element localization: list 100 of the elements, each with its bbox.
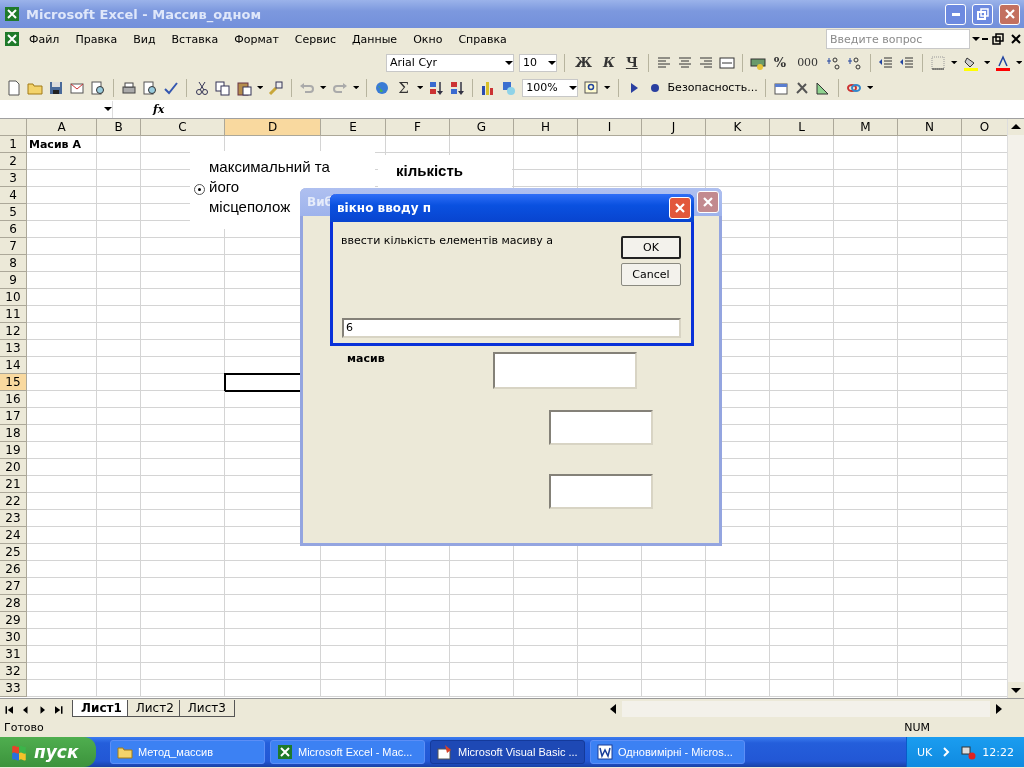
caret-icon[interactable] (352, 85, 360, 90)
menu-item[interactable]: Правка (68, 30, 125, 48)
workbook-icon[interactable] (4, 31, 20, 47)
bold-button[interactable]: Ж (572, 55, 596, 70)
taskbar-button[interactable]: Одновимірні - Micros... (590, 740, 745, 764)
align-right-icon[interactable] (697, 54, 714, 71)
network-icon[interactable] (960, 744, 977, 760)
row-header[interactable]: 16 (0, 391, 27, 408)
row-header[interactable]: 15 (0, 374, 27, 391)
caret-icon[interactable] (1015, 60, 1023, 65)
column-header[interactable]: M (834, 119, 898, 136)
align-center-icon[interactable] (676, 54, 693, 71)
save-icon[interactable] (48, 79, 64, 96)
row-header[interactable]: 3 (0, 170, 27, 187)
taskbar-button[interactable]: Метод_массив (110, 740, 265, 764)
row-header[interactable]: 33 (0, 680, 27, 697)
menu-item[interactable]: Файл (22, 30, 67, 48)
column-header[interactable]: F (386, 119, 450, 136)
row-header[interactable]: 5 (0, 204, 27, 221)
borders-icon[interactable] (930, 54, 947, 71)
row-header[interactable]: 7 (0, 238, 27, 255)
sort-descending-icon[interactable] (449, 79, 466, 96)
caret-icon[interactable] (257, 85, 264, 90)
close-button[interactable] (999, 3, 1020, 25)
caret-icon[interactable] (416, 85, 424, 90)
column-header[interactable]: O (962, 119, 1007, 136)
row-header[interactable]: 28 (0, 595, 27, 612)
row-header[interactable]: 29 (0, 612, 27, 629)
font-size-dropdown[interactable]: 10 (519, 53, 557, 72)
decrease-indent-icon[interactable] (878, 54, 895, 71)
row-header[interactable]: 1 (0, 136, 27, 153)
row-header[interactable]: 25 (0, 544, 27, 561)
scroll-down-icon[interactable] (1008, 682, 1024, 698)
menu-item[interactable]: Формат (227, 30, 286, 48)
column-header[interactable]: A (27, 119, 97, 136)
shapes-icon[interactable] (501, 79, 518, 96)
menu-item[interactable]: Сервис (287, 30, 343, 48)
row-header[interactable]: 24 (0, 527, 27, 544)
security-button[interactable]: Безопасность... (667, 81, 758, 94)
merge-cells-icon[interactable] (718, 54, 735, 71)
caret-icon[interactable] (983, 60, 990, 65)
column-header[interactable]: I (578, 119, 642, 136)
column-header[interactable]: H (514, 119, 578, 136)
caret-icon[interactable] (951, 60, 958, 65)
restore-button[interactable] (972, 3, 993, 25)
column-header[interactable]: N (898, 119, 962, 136)
row-header[interactable]: 19 (0, 442, 27, 459)
row-header[interactable]: 18 (0, 425, 27, 442)
column-header[interactable]: G (450, 119, 514, 136)
ok-button[interactable]: OK (621, 236, 681, 259)
column-header[interactable]: B (97, 119, 141, 136)
menu-item[interactable]: Окно (406, 30, 450, 48)
taskbar-button[interactable]: Microsoft Excel - Мас... (270, 740, 425, 764)
row-header[interactable]: 2 (0, 153, 27, 170)
percent-button[interactable]: % (770, 55, 790, 70)
italic-button[interactable]: К (600, 55, 618, 70)
row-header[interactable]: 4 (0, 187, 27, 204)
printer-icon[interactable] (121, 79, 137, 96)
menu-item[interactable]: Справка (451, 30, 514, 48)
underline-button[interactable]: Ч (622, 55, 641, 70)
row-header[interactable]: 11 (0, 306, 27, 323)
row-header[interactable]: 10 (0, 289, 27, 306)
magnifier-document-icon[interactable] (90, 79, 106, 96)
column-header[interactable]: J (642, 119, 706, 136)
caret-icon[interactable] (866, 85, 874, 90)
caret-icon[interactable] (604, 85, 611, 90)
row-header[interactable]: 26 (0, 561, 27, 578)
font-dropdown[interactable]: Arial Cyr (386, 53, 514, 72)
row-header[interactable]: 6 (0, 221, 27, 238)
first-sheet-icon[interactable] (4, 704, 16, 716)
row-header[interactable]: 31 (0, 646, 27, 663)
sort-ascending-icon[interactable] (428, 79, 445, 96)
decrease-decimal-icon[interactable] (847, 54, 864, 71)
help-icon[interactable] (583, 79, 600, 96)
increase-indent-icon[interactable] (899, 54, 916, 71)
row-header[interactable]: 20 (0, 459, 27, 476)
sheet-tab[interactable]: Лист3 (178, 700, 235, 717)
input-field[interactable] (549, 410, 653, 445)
row-header[interactable]: 21 (0, 476, 27, 493)
copy-icon[interactable] (215, 79, 231, 96)
vertical-scrollbar[interactable] (1007, 119, 1024, 698)
column-header[interactable]: K (706, 119, 770, 136)
column-header[interactable]: D (225, 119, 321, 136)
help-search-field[interactable]: Введите вопрос (826, 29, 970, 49)
row-header[interactable]: 13 (0, 340, 27, 357)
print-preview-icon[interactable] (142, 79, 158, 96)
align-left-icon[interactable] (655, 54, 672, 71)
input-field[interactable] (493, 352, 637, 389)
row-header[interactable]: 14 (0, 357, 27, 374)
input-field[interactable]: 6 (342, 317, 681, 338)
row-header[interactable]: 30 (0, 629, 27, 646)
cancel-button[interactable]: Cancel (621, 263, 681, 286)
autosum-button[interactable]: Σ (395, 78, 412, 97)
row-header[interactable]: 17 (0, 408, 27, 425)
row-header[interactable]: 8 (0, 255, 27, 272)
row-header[interactable]: 22 (0, 493, 27, 510)
caret-icon[interactable] (320, 85, 327, 90)
taskbar-button[interactable]: Microsoft Visual Basic ... (430, 740, 585, 764)
radio-button[interactable] (194, 184, 205, 195)
menu-item[interactable]: Данные (344, 30, 405, 48)
